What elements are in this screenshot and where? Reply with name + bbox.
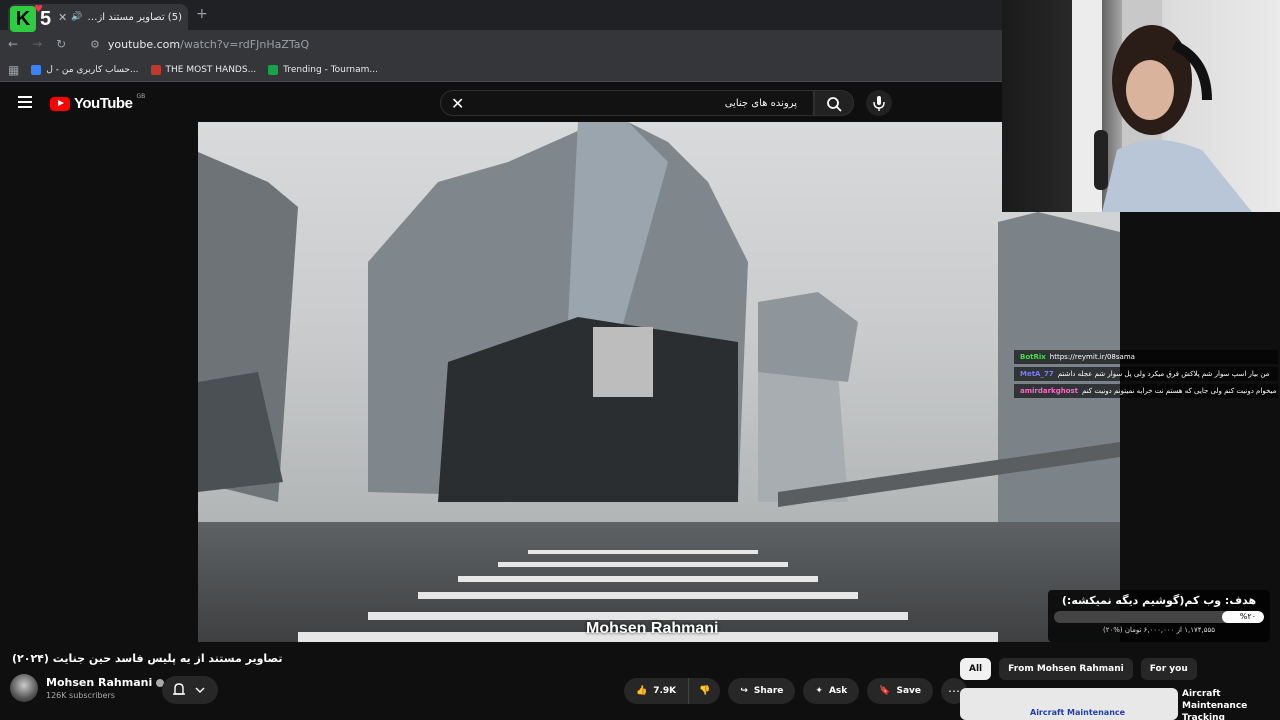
subscriber-count: 126K subscribers bbox=[46, 691, 115, 700]
url-path: /watch?v=rdFJnHaZTaQ bbox=[180, 38, 310, 51]
channel-avatar[interactable] bbox=[10, 674, 38, 702]
youtube-play-icon bbox=[50, 96, 70, 111]
crosswalk-stripe bbox=[418, 592, 858, 599]
crosswalk-stripe bbox=[528, 550, 758, 554]
crosswalk-stripe bbox=[368, 612, 908, 620]
recommended-video[interactable]: Aircraft Maintenance bbox=[960, 688, 1178, 720]
address-field[interactable]: ⚙ youtube.com/watch?v=rdFJnHaZTaQ bbox=[90, 35, 990, 54]
back-icon[interactable]: ← bbox=[8, 37, 18, 51]
dislike-button[interactable]: 👎 bbox=[689, 678, 721, 704]
right-panel bbox=[1120, 212, 1280, 720]
screen: ✕ 🔊 (5) تصاویر مستند از یه پلیس + K ♥ 5 … bbox=[0, 0, 1280, 720]
ask-label: Ask bbox=[828, 686, 848, 696]
address-toolbar: ← → ↻ ⚙ youtube.com/watch?v=rdFJnHaZTaQ bbox=[0, 30, 1002, 58]
bookmark-label: THE MOST HANDS... bbox=[165, 64, 257, 75]
chat-username: MetA_77 bbox=[1020, 370, 1054, 378]
search-icon bbox=[827, 97, 842, 112]
share-button[interactable]: ↪ Share bbox=[728, 678, 796, 704]
more-dots-icon: ⋯ bbox=[948, 684, 961, 698]
stream-logo-number: 5 bbox=[40, 8, 52, 30]
search-query: پرونده های جنایی bbox=[724, 97, 797, 109]
stream-logo-k: K bbox=[10, 6, 36, 32]
goal-amount: ۱,۱۷۴,۵۵۵ از ۶,۰۰۰,۰۰۰ تومان (%۲۰) bbox=[1102, 626, 1216, 634]
thumbs-down-icon: 👎 bbox=[699, 686, 711, 696]
bookmark-item[interactable]: حساب کاربری من - ل... bbox=[31, 64, 139, 75]
region-code: GB bbox=[136, 93, 146, 100]
goal-progress-bar: %۲۰ bbox=[1054, 611, 1264, 623]
menu-icon[interactable] bbox=[18, 96, 32, 108]
site-info-icon[interactable]: ⚙ bbox=[90, 38, 100, 51]
forward-icon[interactable]: → bbox=[32, 37, 42, 51]
recommended-thumbnail[interactable]: Aircraft Maintenance bbox=[960, 688, 1178, 720]
bookmark-item[interactable]: Trending - Tournam... bbox=[268, 64, 378, 75]
bookmark-label: حساب کاربری من - ل... bbox=[46, 64, 139, 75]
video-watermark: Mohsen Rahmani bbox=[586, 620, 719, 637]
chat-message: amirdarkghost من میخوام دونیت کنم ولی جا… bbox=[1014, 384, 1278, 398]
bookmark-label: Trending - Tournam... bbox=[283, 64, 378, 75]
recommended-title[interactable]: Aircraft Maintenance Tracking bbox=[1182, 688, 1278, 720]
save-label: Save bbox=[896, 686, 922, 696]
channel-name[interactable]: Mohsen Rahmani bbox=[46, 676, 152, 689]
voice-search-button[interactable] bbox=[866, 90, 892, 116]
bookmark-favicon-icon bbox=[31, 64, 42, 75]
sparkle-icon: ✦ bbox=[815, 686, 823, 696]
apps-grid-icon[interactable]: ▦ bbox=[8, 63, 19, 77]
chat-message: BotRix https://reymit.ir/08sama bbox=[1014, 350, 1278, 364]
donation-goal: هدف: وب کم(گوشیم دیگه نمیکشه:) %۲۰ ۱,۱۷۴… bbox=[1048, 590, 1270, 642]
search-input[interactable]: ✕ پرونده های جنایی bbox=[440, 90, 814, 116]
chat-text: من بیار اسپ سوار شم پلاکش فرق میکرد ولی … bbox=[1057, 370, 1270, 378]
new-tab-button[interactable]: + bbox=[196, 6, 208, 22]
tab-audio-icon[interactable]: 🔊 bbox=[71, 12, 82, 22]
search-button[interactable] bbox=[814, 90, 854, 116]
streamer-webcam bbox=[1002, 0, 1280, 212]
chip-all[interactable]: All bbox=[960, 658, 992, 680]
youtube-logo[interactable]: YouTube GB bbox=[50, 93, 146, 112]
notification-button[interactable] bbox=[162, 676, 218, 704]
ask-button[interactable]: ✦ Ask bbox=[803, 678, 860, 704]
share-icon: ↪ bbox=[740, 686, 748, 696]
share-label: Share bbox=[753, 686, 784, 696]
browser-tab-bar: ✕ 🔊 (5) تصاویر مستند از یه پلیس + bbox=[0, 0, 1002, 30]
chat-text: https://reymit.ir/08sama bbox=[1049, 353, 1135, 361]
reload-icon[interactable]: ↻ bbox=[56, 37, 66, 51]
bell-icon bbox=[173, 683, 205, 695]
stream-chat-overlay: BotRix https://reymit.ir/08sama MetA_77 … bbox=[1014, 350, 1278, 401]
recommendation-filters: All From Mohsen Rahmani For you bbox=[960, 658, 1197, 680]
chip-from-channel[interactable]: From Mohsen Rahmani bbox=[999, 658, 1133, 680]
chat-username: amirdarkghost bbox=[1020, 387, 1079, 395]
chat-text: من میخوام دونیت کنم ولی جایی که هستم نت … bbox=[1082, 387, 1278, 395]
channel-info: Mohsen Rahmani 126K subscribers bbox=[10, 674, 165, 702]
stream-logo: K ♥ 5 bbox=[10, 4, 56, 34]
tab-close-icon[interactable]: ✕ bbox=[58, 11, 67, 24]
goal-title: هدف: وب کم(گوشیم دیگه نمیکشه:) bbox=[1061, 594, 1257, 607]
video-title: تصاویر مستند از یه پلیس فاسد حین جنایت (… bbox=[12, 652, 283, 665]
tab-title: (5) تصاویر مستند از یه پلیس bbox=[86, 11, 182, 23]
url-host: youtube.com bbox=[107, 38, 181, 51]
chip-for-you[interactable]: For you bbox=[1140, 658, 1197, 680]
clear-search-icon[interactable]: ✕ bbox=[451, 94, 464, 113]
bookmark-item[interactable]: THE MOST HANDS... bbox=[150, 64, 257, 75]
video-actions: 👍 7.9K 👎 ↪ Share ✦ Ask 🔖 Save ⋯ bbox=[624, 678, 968, 704]
bookmark-favicon-icon bbox=[150, 64, 161, 75]
chat-message: MetA_77 من بیار اسپ سوار شم پلاکش فرق می… bbox=[1014, 367, 1278, 381]
crosswalk-stripe bbox=[498, 562, 788, 567]
goal-percent: %۲۰ bbox=[1239, 612, 1256, 621]
microphone-icon bbox=[873, 96, 885, 111]
thumbs-up-icon: 👍 bbox=[636, 686, 648, 696]
bookmark-favicon-icon bbox=[268, 64, 279, 75]
like-button[interactable]: 👍 7.9K bbox=[624, 678, 690, 704]
thumbnail-text: Aircraft Maintenance bbox=[1030, 708, 1126, 717]
bookmark-icon: 🔖 bbox=[879, 686, 891, 696]
webcam-scene bbox=[1072, 0, 1252, 212]
like-dislike-group: 👍 7.9K 👎 bbox=[624, 678, 721, 704]
video-player[interactable]: Mohsen Rahmani bbox=[198, 122, 1120, 642]
like-count: 7.9K bbox=[653, 686, 677, 696]
bookmarks-bar: ▦ حساب کاربری من - ل... THE MOST HANDS..… bbox=[0, 58, 1002, 82]
youtube-wordmark: YouTube bbox=[74, 95, 133, 112]
crosswalk-stripe bbox=[458, 576, 818, 582]
youtube-header: YouTube GB ✕ پرونده های جنایی bbox=[0, 84, 1002, 122]
chat-username: BotRix bbox=[1020, 353, 1046, 361]
save-button[interactable]: 🔖 Save bbox=[867, 678, 934, 704]
